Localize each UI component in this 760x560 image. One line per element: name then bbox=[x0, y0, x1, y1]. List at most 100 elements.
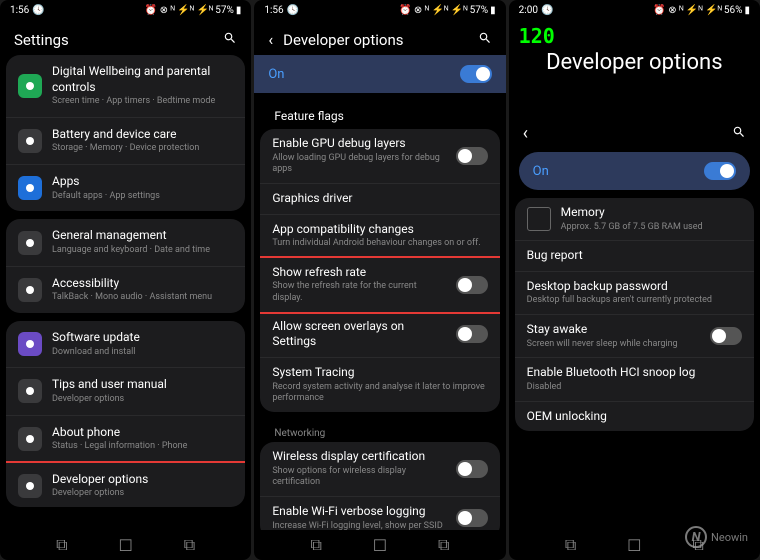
toggle[interactable] bbox=[456, 147, 488, 165]
recents-button[interactable]: ⧉ bbox=[54, 537, 70, 553]
header: Settings bbox=[0, 20, 251, 55]
settings-row[interactable]: Desktop backup passwordDesktop full back… bbox=[515, 272, 754, 315]
settings-group: General managementLanguage and keyboard … bbox=[6, 219, 245, 313]
battery-pct: 56% bbox=[724, 5, 743, 16]
master-toggle[interactable] bbox=[460, 65, 492, 83]
toggle[interactable] bbox=[710, 327, 742, 345]
row-title: Stay awake bbox=[527, 322, 700, 338]
back-button[interactable]: ⧉ bbox=[436, 537, 452, 553]
settings-row[interactable]: Digital Wellbeing and parental controlsS… bbox=[6, 55, 245, 118]
row-title: Digital Wellbeing and parental controls bbox=[52, 64, 233, 95]
row-subtitle: Approx. 5.7 GB of 7.5 GB RAM used bbox=[561, 222, 742, 234]
settings-row[interactable]: Wireless display certificationShow optio… bbox=[260, 442, 499, 497]
recents-button[interactable]: ⧉ bbox=[308, 537, 324, 553]
row-subtitle: Storage · Memory · Device protection bbox=[52, 143, 233, 155]
back-button[interactable]: ⧉ bbox=[181, 537, 197, 553]
settings-row[interactable]: Graphics driver bbox=[260, 184, 499, 215]
status-icons: ⏰ ⊗ ᴺ ⚡ᴺ ⚡ᴺ bbox=[399, 5, 468, 16]
app-icon bbox=[18, 278, 42, 302]
clock: 1:56 bbox=[264, 5, 283, 16]
home-button[interactable]: ☐ bbox=[626, 537, 642, 553]
home-button[interactable]: ☐ bbox=[118, 537, 134, 553]
toggle[interactable] bbox=[456, 460, 488, 478]
on-label: On bbox=[268, 67, 284, 82]
clock: 1:56 bbox=[10, 5, 29, 16]
row-title: Enable Bluetooth HCI snoop log bbox=[527, 365, 742, 381]
settings-row[interactable]: Software updateDownload and install bbox=[6, 321, 245, 368]
status-bar: 1:56🕓 ⏰ ⊗ ᴺ ⚡ᴺ ⚡ᴺ57%▮ bbox=[254, 0, 505, 20]
row-subtitle: Turn individual Android behaviour change… bbox=[272, 238, 487, 250]
phone-screen-3: 2:00🕓 ⏰ ⊗ ᴺ ⚡ᴺ ⚡ᴺ56%▮ 120 Developer opti… bbox=[509, 0, 760, 560]
status-bar: 1:56🕓 ⏰ ⊗ ᴺ ⚡ᴺ ⚡ᴺ57%▮ bbox=[0, 0, 251, 20]
dev-options-list[interactable]: Feature flagsEnable GPU debug layersAllo… bbox=[254, 99, 505, 530]
row-subtitle: Show options for wireless display certif… bbox=[272, 466, 445, 489]
master-toggle-bar[interactable]: On bbox=[519, 152, 750, 190]
settings-list[interactable]: Digital Wellbeing and parental controlsS… bbox=[0, 55, 251, 530]
toggle[interactable] bbox=[456, 276, 488, 294]
row-subtitle: Record system activity and analyse it la… bbox=[272, 382, 487, 405]
dev-options-list[interactable]: MemoryApprox. 5.7 GB of 7.5 GB RAM used B… bbox=[509, 198, 760, 530]
settings-row[interactable]: Show refresh rateShow the refresh rate f… bbox=[260, 256, 499, 314]
settings-row[interactable]: Stay awakeScreen will never sleep while … bbox=[515, 315, 754, 358]
app-icon bbox=[18, 231, 42, 255]
search-icon[interactable] bbox=[478, 30, 492, 49]
settings-row[interactable]: MemoryApprox. 5.7 GB of 7.5 GB RAM used bbox=[515, 198, 754, 241]
settings-row[interactable]: Enable Wi-Fi verbose loggingIncrease Wi-… bbox=[260, 497, 499, 530]
settings-row[interactable]: About phoneStatus · Legal information · … bbox=[6, 416, 245, 463]
settings-row[interactable]: AppsDefault apps · App settings bbox=[6, 165, 245, 211]
settings-row[interactable]: Bug report bbox=[515, 241, 754, 272]
settings-row[interactable]: Enable GPU debug layersAllow loading GPU… bbox=[260, 129, 499, 184]
page-title: Developer options bbox=[283, 31, 468, 49]
notif-icon: 🕓 bbox=[287, 5, 299, 16]
row-subtitle: Screen time · App timers · Bedtime mode bbox=[52, 96, 233, 108]
row-title: Wireless display certification bbox=[272, 449, 445, 465]
battery-pct: 57% bbox=[215, 5, 234, 16]
search-icon[interactable] bbox=[223, 30, 237, 49]
row-subtitle: Developer options bbox=[52, 394, 233, 406]
row-title: Software update bbox=[52, 330, 233, 346]
toggle[interactable] bbox=[456, 509, 488, 527]
master-toggle-bar[interactable]: On bbox=[254, 55, 505, 93]
recents-button[interactable]: ⧉ bbox=[563, 537, 579, 553]
back-icon[interactable]: ‹ bbox=[523, 123, 528, 144]
app-icon bbox=[18, 427, 42, 451]
master-toggle[interactable] bbox=[704, 162, 736, 180]
status-bar: 2:00🕓 ⏰ ⊗ ᴺ ⚡ᴺ ⚡ᴺ56%▮ bbox=[509, 0, 760, 20]
row-subtitle: Status · Legal information · Phone bbox=[52, 441, 233, 453]
settings-row[interactable]: General managementLanguage and keyboard … bbox=[6, 219, 245, 266]
battery-pct: 57% bbox=[470, 5, 489, 16]
settings-row[interactable]: Enable Bluetooth HCI snoop logDisabled bbox=[515, 358, 754, 401]
on-label: On bbox=[533, 164, 549, 179]
notif-icon: 🕓 bbox=[541, 5, 553, 16]
settings-row[interactable]: Battery and device careStorage · Memory … bbox=[6, 118, 245, 165]
header: ‹ Developer options bbox=[254, 20, 505, 55]
back-icon[interactable]: ‹ bbox=[268, 30, 273, 49]
row-subtitle: Download and install bbox=[52, 347, 233, 359]
app-icon bbox=[18, 74, 42, 98]
settings-row[interactable]: App compatibility changesTurn individual… bbox=[260, 215, 499, 258]
settings-row[interactable]: Allow screen overlays on Settings bbox=[260, 312, 499, 358]
row-title: Accessibility bbox=[52, 276, 233, 292]
row-title: Tips and user manual bbox=[52, 377, 233, 393]
nav-bar: ⧉ ☐ ⧉ bbox=[254, 530, 505, 560]
row-subtitle: Allow loading GPU debug layers for debug… bbox=[272, 153, 445, 176]
page-title: Settings bbox=[14, 31, 213, 49]
clock: 2:00 bbox=[519, 5, 538, 16]
settings-row[interactable]: System TracingRecord system activity and… bbox=[260, 358, 499, 412]
chip-icon bbox=[527, 207, 551, 231]
settings-row[interactable]: Developer optionsDeveloper options bbox=[6, 461, 245, 507]
toggle[interactable] bbox=[456, 325, 488, 343]
home-button[interactable]: ☐ bbox=[372, 537, 388, 553]
search-icon[interactable] bbox=[732, 124, 746, 143]
settings-row[interactable]: Tips and user manualDeveloper options bbox=[6, 368, 245, 415]
settings-row[interactable]: AccessibilityTalkBack · Mono audio · Ass… bbox=[6, 267, 245, 313]
row-title: App compatibility changes bbox=[272, 222, 487, 238]
row-subtitle: Show the refresh rate for the current di… bbox=[272, 281, 445, 304]
settings-group: Enable GPU debug layersAllow loading GPU… bbox=[260, 129, 499, 412]
row-title: Bug report bbox=[527, 248, 742, 264]
settings-group: Software updateDownload and installTips … bbox=[6, 321, 245, 507]
row-title: OEM unlocking bbox=[527, 409, 742, 425]
settings-row[interactable]: OEM unlocking bbox=[515, 402, 754, 432]
settings-group: MemoryApprox. 5.7 GB of 7.5 GB RAM used B… bbox=[515, 198, 754, 431]
row-title: General management bbox=[52, 228, 233, 244]
